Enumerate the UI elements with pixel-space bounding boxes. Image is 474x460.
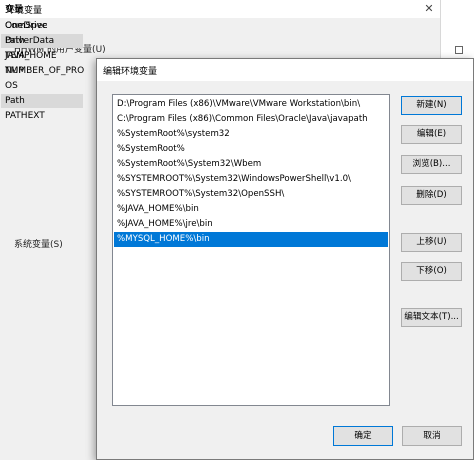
path-entry[interactable]: %JAVA_HOME%\bin — [114, 202, 388, 217]
path-entry[interactable]: %JAVA_HOME%\jre\bin — [114, 217, 388, 232]
list-item[interactable]: DriverData — [5, 34, 54, 48]
list-item[interactable]: ComSpec — [5, 19, 47, 33]
system-variables-label: 系统变量(S) — [14, 240, 63, 250]
list-item[interactable]: PATHEXT — [5, 109, 45, 123]
edit-text-button[interactable]: 编辑文本(T)... — [401, 308, 462, 327]
move-down-button[interactable]: 下移(O) — [401, 262, 462, 281]
system-variables-list[interactable]: 变量 ComSpec DriverData JAVA_HOME NUMBER_O… — [0, 5, 84, 269]
list-header-variable[interactable]: 变量 — [5, 3, 23, 17]
path-entry-selected[interactable]: %MYSQL_HOME%\bin — [114, 232, 388, 247]
path-entry[interactable]: %SYSTEMROOT%\System32\OpenSSH\ — [114, 187, 388, 202]
path-entry[interactable]: %SystemRoot%\system32 — [114, 127, 388, 142]
list-item[interactable]: Path — [1, 94, 83, 108]
move-up-button[interactable]: 上移(U) — [401, 233, 462, 252]
cancel-button[interactable]: 取消 — [402, 426, 462, 446]
list-item[interactable]: JAVA_HOME — [5, 49, 57, 63]
delete-button[interactable]: 删除(D) — [401, 186, 462, 205]
path-entry[interactable]: D:\Program Files (x86)\VMware\VMware Wor… — [114, 97, 388, 112]
path-entry[interactable]: %SystemRoot%\System32\Wbem — [114, 157, 388, 172]
path-entry[interactable]: %SYSTEMROOT%\System32\WindowsPowerShell\… — [114, 172, 388, 187]
path-entry[interactable]: C:\Program Files (x86)\Common Files\Orac… — [114, 112, 388, 127]
path-entry[interactable]: %SystemRoot% — [114, 142, 388, 157]
close-icon[interactable]: ✕ — [418, 0, 440, 18]
path-entries-list[interactable]: D:\Program Files (x86)\VMware\VMware Wor… — [112, 94, 390, 406]
edit-button[interactable]: 编辑(E) — [401, 125, 462, 144]
window-titlebar: 环境变量 ✕ — [0, 0, 474, 18]
dialog-title: 编辑环境变量 — [103, 67, 158, 77]
edit-environment-variable-dialog: 编辑环境变量 D:\Program Files (x86)\VMware\VMw… — [96, 58, 474, 460]
ok-button[interactable]: 确定 — [333, 426, 393, 446]
list-item[interactable]: OS — [5, 79, 18, 93]
new-button[interactable]: 新建(N) — [401, 96, 462, 115]
checkbox[interactable] — [455, 46, 463, 54]
list-item[interactable]: NUMBER_OF_PRO — [5, 64, 84, 78]
browse-button[interactable]: 浏览(B)... — [401, 155, 462, 174]
dialog-titlebar: 编辑环境变量 — [97, 59, 473, 81]
